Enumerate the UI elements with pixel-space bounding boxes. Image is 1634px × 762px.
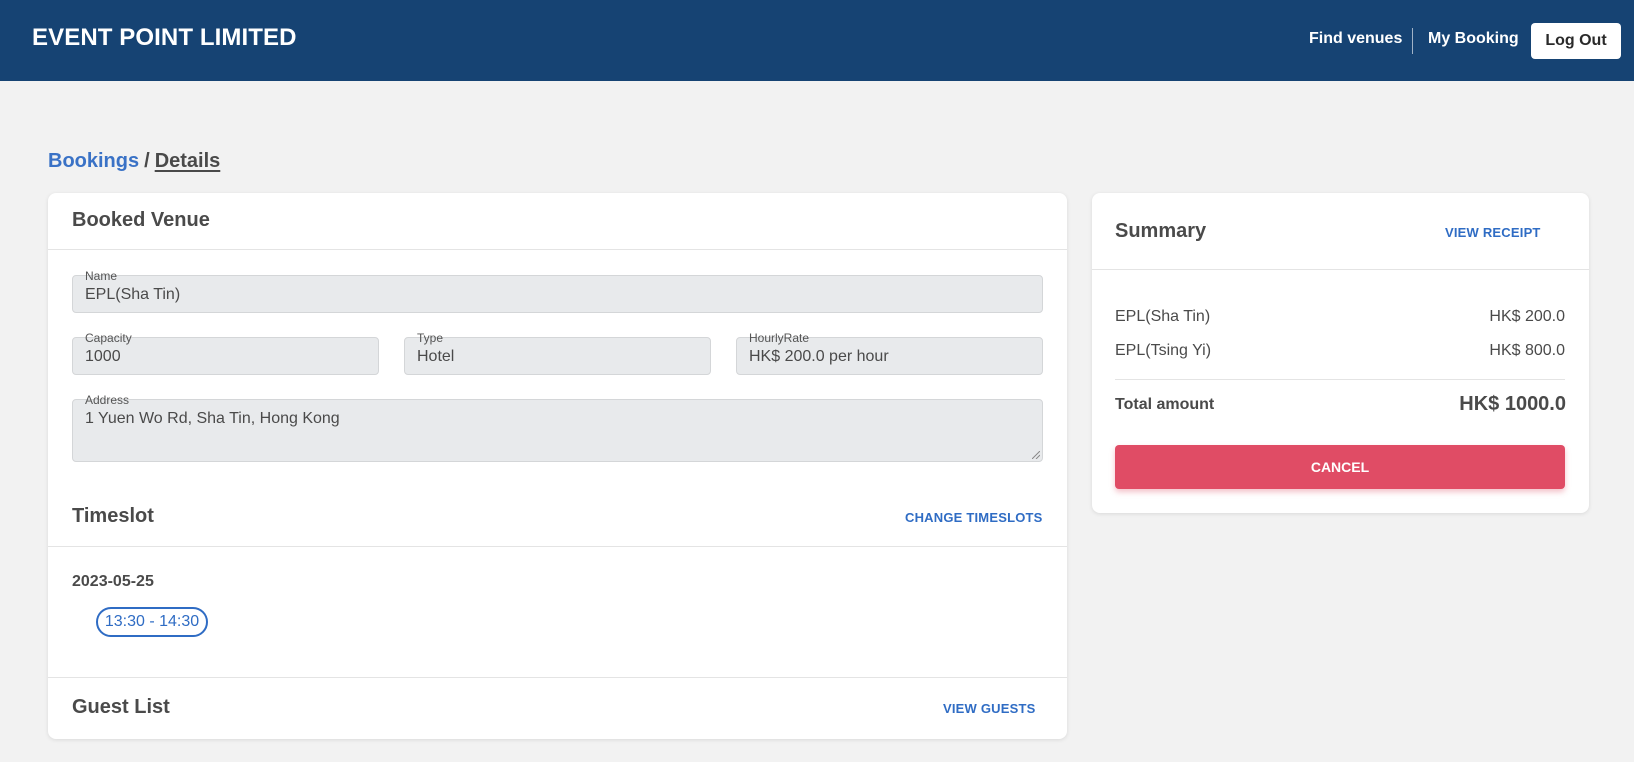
breadcrumb-separator: / [144, 150, 150, 172]
view-receipt-button[interactable]: VIEW RECEIPT [1445, 225, 1541, 240]
capacity-label: Capacity [85, 331, 132, 345]
cancel-booking-button[interactable]: CANCEL [1115, 445, 1565, 489]
summary-line-item: EPL(Tsing Yi) HK$ 800.0 [1115, 342, 1565, 360]
type-value: Hotel [417, 348, 455, 365]
guest-list-title: Guest List [72, 696, 170, 718]
booked-venue-title: Booked Venue [72, 209, 210, 231]
timeslot-date: 2023-05-25 [72, 573, 154, 590]
summary-title: Summary [1115, 220, 1207, 242]
booked-venue-card: Booked Venue Name EPL(Sha Tin) Capacity … [48, 193, 1067, 739]
address-textarea[interactable]: Address 1 Yuen Wo Rd, Sha Tin, Hong Kong [72, 393, 1043, 462]
venue-name-field[interactable]: Name EPL(Sha Tin) [72, 269, 1043, 313]
logout-button[interactable]: Log Out [1531, 23, 1621, 59]
summary-card: Summary VIEW RECEIPT EPL(Sha Tin) HK$ 20… [1092, 193, 1589, 513]
venue-name-label: Name [85, 269, 118, 283]
divider [48, 546, 1067, 547]
divider [1092, 269, 1589, 270]
hourly-rate-label: HourlyRate [749, 331, 810, 345]
top-navbar: EVENT POINT LIMITED Find venues My Booki… [0, 0, 1634, 81]
timeslot-chip[interactable]: 13:30 - 14:30 [96, 607, 208, 637]
venue-name-value: EPL(Sha Tin) [85, 286, 181, 303]
view-guests-button[interactable]: VIEW GUESTS [943, 701, 1036, 716]
address-value: 1 Yuen Wo Rd, Sha Tin, Hong Kong [85, 410, 340, 427]
line-item-amount: HK$ 800.0 [1489, 342, 1565, 359]
timeslot-title: Timeslot [72, 505, 154, 527]
total-amount-value: HK$ 1000.0 [1459, 393, 1566, 415]
capacity-value: 1000 [85, 348, 121, 365]
hourly-rate-field[interactable]: HourlyRate HK$ 200.0 per hour [736, 331, 1043, 375]
address-label: Address [85, 393, 130, 407]
type-field[interactable]: Type Hotel [404, 331, 711, 375]
resize-handle-icon[interactable] [1032, 451, 1040, 459]
breadcrumb-bookings-link[interactable]: Bookings [48, 150, 139, 172]
nav-divider [1412, 28, 1413, 54]
breadcrumb: Bookings / Details [48, 150, 220, 173]
total-amount-label: Total amount [1115, 396, 1215, 413]
summary-line-item: EPL(Sha Tin) HK$ 200.0 [1115, 308, 1565, 326]
type-label: Type [417, 331, 444, 345]
brand-logo[interactable]: EVENT POINT LIMITED [32, 24, 297, 52]
line-item-amount: HK$ 200.0 [1489, 308, 1565, 325]
capacity-field[interactable]: Capacity 1000 [72, 331, 379, 375]
divider [48, 677, 1067, 678]
nav-find-venues[interactable]: Find venues [1309, 30, 1402, 48]
divider [48, 249, 1067, 250]
line-item-name: EPL(Tsing Yi) [1115, 342, 1212, 359]
hourly-rate-value: HK$ 200.0 per hour [749, 348, 889, 365]
nav-my-booking[interactable]: My Booking [1428, 30, 1519, 48]
breadcrumb-details[interactable]: Details [155, 150, 221, 172]
line-item-name: EPL(Sha Tin) [1115, 308, 1211, 325]
divider [1115, 379, 1565, 380]
change-timeslots-button[interactable]: CHANGE TIMESLOTS [905, 510, 1043, 525]
